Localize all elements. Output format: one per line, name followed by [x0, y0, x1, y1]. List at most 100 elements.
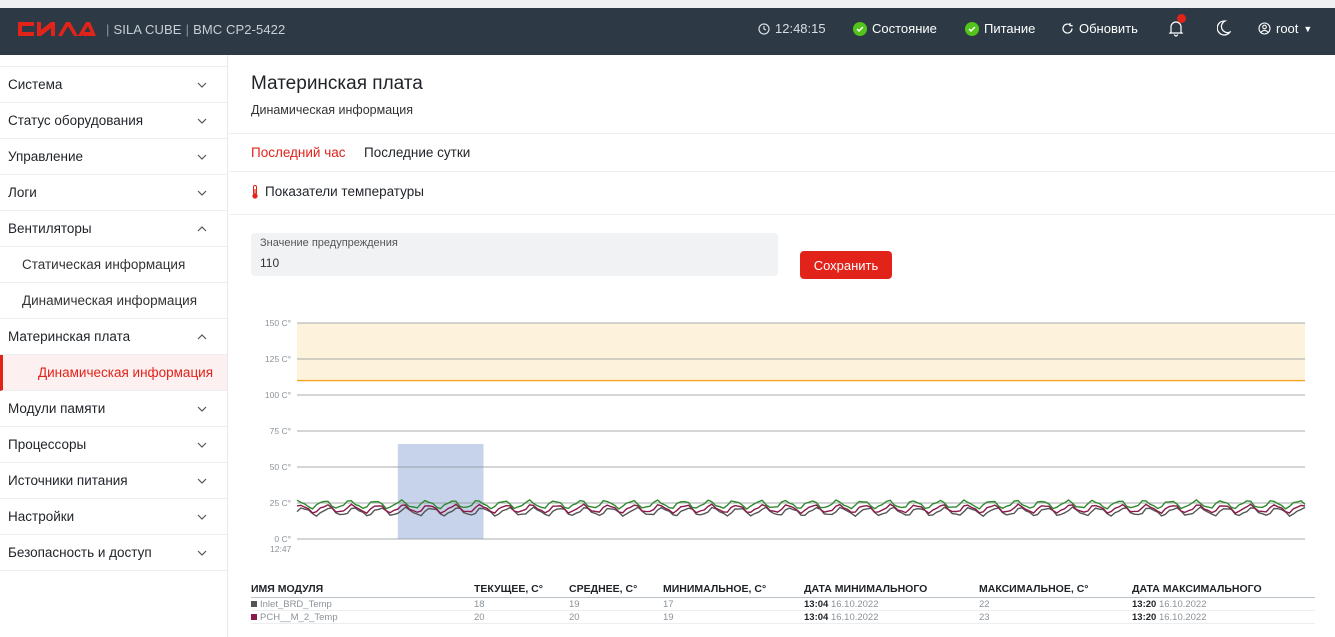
sidebar-item-security[interactable]: Безопасность и доступ	[0, 535, 227, 571]
caret-down-icon: ▼	[1303, 23, 1313, 34]
average-cell: 20	[569, 612, 580, 623]
max-time: 13:20	[1132, 612, 1157, 623]
check-icon	[965, 21, 979, 36]
max-cell: 22	[979, 599, 990, 610]
y-tick-label: 125 C°	[265, 354, 291, 364]
sidebar-item-label: Управление	[8, 149, 84, 164]
window-edge	[0, 0, 1335, 8]
y-tick-label: 50 C°	[270, 462, 291, 472]
refresh-icon	[1062, 23, 1073, 34]
col-header-min-date: ДАТА МИНИМАЛЬНОГО	[804, 583, 928, 595]
sidebar-item-fans[interactable]: Вентиляторы	[0, 211, 227, 247]
temperature-table: ИМЯ МОДУЛЯ ТЕКУЩЕЕ, C° СРЕДНЕЕ, C° МИНИМ…	[251, 581, 1315, 624]
moon-icon[interactable]	[1217, 20, 1231, 36]
chevron-down-icon	[197, 82, 207, 88]
table-row: PCH__M_2_Temp 20 20 19 13:04 16.10.2022 …	[251, 611, 1315, 624]
module-name: PCH__M_2_Temp	[260, 612, 338, 623]
col-header-name: ИМЯ МОДУЛЯ	[251, 583, 324, 595]
sidebar-item-label: Настройки	[8, 509, 75, 524]
min-cell: 17	[663, 599, 674, 610]
series-swatch	[251, 614, 257, 620]
y-tick-label: 0 C°	[274, 534, 291, 544]
min-cell: 19	[663, 612, 674, 623]
sidebar-item-memory[interactable]: Модули памяти	[0, 391, 227, 427]
user-name: root	[1276, 21, 1299, 36]
thermometer-icon	[252, 184, 258, 199]
current-cell: 20	[474, 612, 485, 623]
chevron-up-icon	[197, 334, 207, 340]
average-cell: 19	[569, 599, 580, 610]
warning-value-input[interactable]	[260, 256, 760, 270]
chevron-down-icon	[197, 406, 207, 412]
sidebar-subitem-motherboard-dynamic[interactable]: Динамическая информация	[0, 355, 227, 391]
sidebar-item-power-supplies[interactable]: Источники питания	[0, 463, 227, 499]
sidebar-item-motherboard[interactable]: Материнская плата	[0, 319, 227, 355]
chevron-down-icon	[197, 442, 207, 448]
save-button[interactable]: Сохранить	[800, 251, 892, 279]
chevron-down-icon	[197, 118, 207, 124]
current-cell: 18	[474, 599, 485, 610]
highlight-area	[397, 443, 484, 539]
series-swatch	[251, 601, 257, 607]
sidebar: Система Статус оборудования Управление Л…	[0, 55, 228, 637]
min-date: 16.10.2022	[830, 599, 879, 610]
col-header-max: МАКСИМАЛЬНОЕ, C°	[979, 583, 1089, 595]
warning-value-field[interactable]: Значение предупреждения	[251, 233, 778, 276]
section-title: Показатели температуры	[251, 184, 424, 199]
sidebar-item-label: Логи	[8, 185, 37, 200]
chevron-up-icon	[197, 226, 207, 232]
power-button[interactable]: Питание	[965, 21, 1035, 36]
sidebar-item-control[interactable]: Управление	[0, 139, 227, 175]
check-icon	[853, 21, 867, 36]
min-time: 13:04	[804, 599, 829, 610]
table-header: ИМЯ МОДУЛЯ ТЕКУЩЕЕ, C° СРЕДНЕЕ, C° МИНИМ…	[251, 581, 1315, 598]
page-title: Материнская плата	[251, 73, 423, 94]
max-cell: 23	[979, 612, 990, 623]
sidebar-item-hardware-status[interactable]: Статус оборудования	[0, 103, 227, 139]
y-tick-label: 25 C°	[270, 498, 291, 508]
sidebar-subitem-fans-dynamic[interactable]: Динамическая информация	[0, 283, 227, 319]
sidebar-item-system[interactable]: Система	[0, 67, 227, 103]
device-name: BMC CP2-5422	[193, 22, 286, 37]
warning-value-label: Значение предупреждения	[260, 237, 398, 249]
user-icon	[1258, 22, 1271, 35]
y-tick-label: 150 C°	[265, 318, 291, 328]
sidebar-item-label: Вентиляторы	[8, 221, 92, 236]
sidebar-item-label: Безопасность и доступ	[8, 545, 152, 560]
sidebar-item-settings[interactable]: Настройки	[0, 499, 227, 535]
table-row: Inlet_BRD_Temp 18 19 17 13:04 16.10.2022…	[251, 598, 1315, 611]
min-date: 16.10.2022	[830, 612, 879, 623]
max-date: 16.10.2022	[1158, 599, 1207, 610]
y-tick-label: 100 C°	[265, 390, 291, 400]
module-name-cell: PCH__M_2_Temp	[251, 612, 338, 623]
max-date: 16.10.2022	[1158, 612, 1207, 623]
sidebar-subitem-fans-static[interactable]: Статическая информация	[0, 247, 227, 283]
brand-text: | SILA CUBE | BMC CP2-5422	[106, 22, 286, 37]
status-button[interactable]: Состояние	[853, 21, 937, 36]
sidebar-item-label: Система	[8, 77, 63, 92]
refresh-label: Обновить	[1079, 21, 1138, 36]
chevron-down-icon	[197, 190, 207, 196]
section-title-label: Показатели температуры	[265, 184, 424, 199]
sidebar-item-logs[interactable]: Логи	[0, 175, 227, 211]
col-header-max-date: ДАТА МАКСИМАЛЬНОГО	[1132, 583, 1262, 595]
max-date-cell: 13:20 16.10.2022	[1132, 612, 1207, 623]
clock: 12:48:15	[758, 21, 826, 36]
min-date-cell: 13:04 16.10.2022	[804, 599, 879, 610]
y-tick-label: 75 C°	[270, 426, 291, 436]
module-name-cell: Inlet_BRD_Temp	[251, 599, 332, 610]
tab-last-day[interactable]: Последние сутки	[364, 145, 470, 160]
chevron-down-icon	[197, 514, 207, 520]
col-header-current: ТЕКУЩЕЕ, C°	[474, 583, 543, 595]
product-name: SILA CUBE	[113, 22, 182, 37]
page-subtitle: Динамическая информация	[251, 103, 414, 117]
user-menu[interactable]: root ▼	[1258, 21, 1312, 36]
refresh-button[interactable]: Обновить	[1061, 21, 1138, 36]
tab-last-hour[interactable]: Последний час	[251, 145, 346, 160]
min-time: 13:04	[804, 612, 829, 623]
sidebar-item-processors[interactable]: Процессоры	[0, 427, 227, 463]
top-bar: | SILA CUBE | BMC CP2-5422 12:48:15 Состоян…	[0, 0, 1335, 55]
sidebar-item-label: Источники питания	[8, 473, 128, 488]
chevron-down-icon	[197, 154, 207, 160]
col-header-average: СРЕДНЕЕ, C°	[569, 583, 638, 595]
